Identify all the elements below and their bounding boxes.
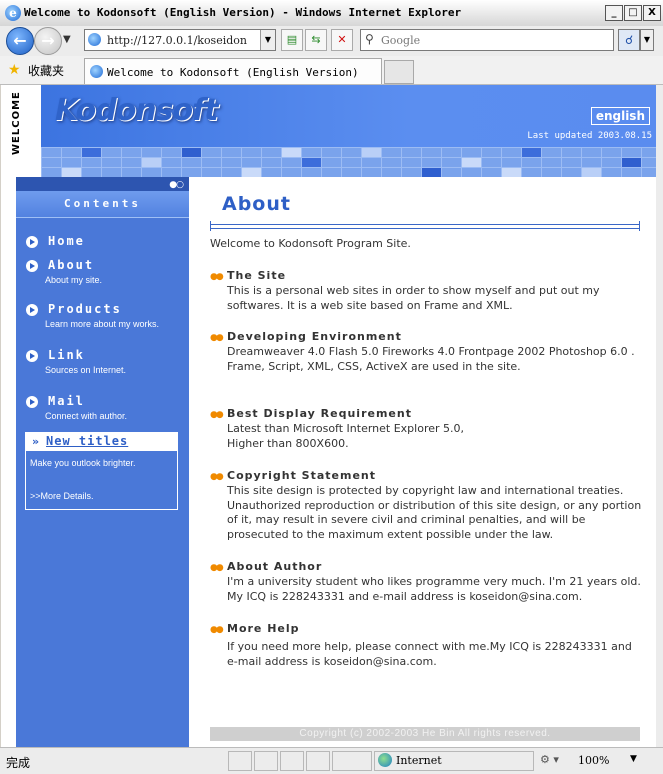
status-bar: 完成 Internet ⚙ ▾ 100% ▼ (0, 747, 663, 774)
sidebar-item-description: Sources on Internet. (45, 365, 127, 375)
section-title: Developing Environment (227, 330, 402, 343)
ie-logo-icon: e (5, 5, 21, 21)
section-title: The Site (227, 269, 287, 282)
web-page: WELCOME Kodonsoft english Last updated 2… (1, 85, 656, 747)
status-pane (332, 751, 372, 771)
sidebar-item-description: Connect with author. (45, 411, 128, 421)
zoom-level[interactable]: 100% (578, 754, 609, 767)
status-text: 完成 (6, 756, 31, 770)
search-box[interactable]: ⚲ Google (360, 29, 614, 51)
copyright-footer: Copyright (c) 2002-2003 He Bin All right… (210, 727, 640, 741)
stop-icon[interactable]: ✕ (331, 29, 353, 51)
favorites-star-icon[interactable]: ★ (8, 62, 21, 78)
maximize-button[interactable]: □ (624, 5, 642, 21)
title-bar: e Welcome to Kodonsoft (English Version)… (0, 0, 663, 27)
close-button[interactable]: X (643, 5, 661, 21)
sidebar-item-label[interactable]: Link (48, 348, 85, 362)
main-content: About Welcome to Kodonsoft Program Site.… (189, 177, 656, 747)
arrow-bullet-icon (26, 260, 38, 272)
vertical-scrollbar[interactable] (656, 85, 663, 747)
forward-button[interactable]: → (34, 27, 62, 55)
english-language-button[interactable]: english (590, 107, 650, 125)
new-titles-link[interactable]: New titles (46, 434, 128, 448)
recent-pages-dropdown-icon[interactable]: ▼ (63, 34, 71, 45)
contents-title: Contents (64, 197, 141, 210)
section-body: I'm a university student who likes progr… (227, 575, 641, 603)
sidebar-item-description: About my site. (45, 275, 103, 285)
more-details-link[interactable]: >>More Details. (30, 491, 94, 501)
section-title: Copyright Statement (227, 469, 376, 482)
tab-current[interactable]: Welcome to Kodonsoft (English Version) (84, 58, 382, 84)
security-zone-label: Internet (396, 754, 442, 767)
favorites-bar: ★ 收藏夹 Welcome to Kodonsoft (English Vers… (0, 56, 663, 85)
arrow-bullet-icon (26, 396, 38, 408)
orange-bullet-icon: ●● (210, 272, 224, 282)
orange-bullet-icon: ●● (210, 563, 224, 573)
sidebar-item-label[interactable]: Home (48, 234, 85, 248)
tab-page-icon (90, 65, 103, 78)
search-engine-icon: ⚲ (365, 32, 374, 46)
status-pane (306, 751, 330, 771)
intro-text: Welcome to Kodonsoft Program Site. (210, 237, 411, 250)
compatibility-view-icon[interactable]: ▤ (281, 29, 303, 51)
search-input[interactable]: Google (381, 34, 420, 47)
favorites-button[interactable]: 收藏夹 (28, 62, 64, 79)
sidebar-item-label[interactable]: Mail (48, 394, 85, 408)
address-input[interactable]: http://127.0.0.1/koseidon (107, 34, 257, 47)
search-button[interactable]: ☌ (618, 29, 640, 51)
orange-bullet-icon: ●● (210, 410, 224, 420)
sidebar: ●○ Contents Home About About my site. Pr… (16, 177, 189, 747)
address-bar[interactable]: http://127.0.0.1/koseidon ▼ (84, 29, 276, 51)
zoom-dropdown-icon[interactable]: ▼ (630, 754, 637, 764)
contents-header: Contents (16, 191, 189, 218)
double-chevron-icon: » (32, 435, 40, 448)
section-body: This is a personal web sites in order to… (227, 284, 600, 312)
new-tab-button[interactable] (384, 60, 414, 84)
sidebar-item-label[interactable]: Products (48, 302, 122, 316)
sidebar-item-label[interactable]: About (48, 258, 94, 272)
site-banner: Kodonsoft english Last updated 2003.08.1… (41, 85, 656, 147)
window-title: Welcome to Kodonsoft (English Version) -… (24, 6, 462, 19)
minimize-button[interactable]: _ (605, 5, 623, 21)
welcome-strip: WELCOME (1, 85, 41, 177)
arrow-bullet-icon (26, 236, 38, 248)
site-logo: Kodonsoft (55, 93, 219, 128)
address-dropdown-icon[interactable]: ▼ (260, 30, 275, 50)
welcome-label: WELCOME (11, 91, 22, 155)
section-body: Dreamweaver 4.0 Flash 5.0 Fireworks 4.0 … (227, 345, 635, 373)
orange-bullet-icon: ●● (210, 472, 224, 482)
internet-globe-icon (378, 753, 392, 767)
section-body: If you need more help, please connect wi… (227, 640, 632, 668)
back-button[interactable]: ← (6, 27, 34, 55)
last-updated-text: Last updated 2003.08.15 (527, 131, 652, 141)
page-title: About (222, 193, 291, 215)
new-titles-header: » New titles (26, 433, 177, 451)
tab-title: Welcome to Kodonsoft (English Version) (107, 66, 359, 79)
sidebar-cap: ●○ (16, 177, 189, 191)
section-body: This site design is protected by copyrig… (227, 484, 642, 541)
section-title: Best Display Requirement (227, 407, 412, 420)
sidebar-dots-icon: ●○ (169, 180, 184, 190)
status-pane (254, 751, 278, 771)
protected-mode-icon[interactable]: ⚙ ▾ (540, 753, 559, 766)
refresh-icon[interactable]: ⇆ (305, 29, 327, 51)
decorative-tile-strip (41, 147, 656, 177)
arrow-bullet-icon (26, 350, 38, 362)
status-pane (228, 751, 252, 771)
status-pane (280, 751, 304, 771)
page-icon (88, 33, 101, 46)
section-title: About Author (227, 560, 323, 573)
section-body: Latest than Microsoft Internet Explorer … (227, 422, 464, 450)
search-options-dropdown-icon[interactable]: ▼ (640, 29, 654, 51)
new-titles-box: » New titles Make you outlook brighter. … (25, 432, 178, 510)
orange-bullet-icon: ●● (210, 625, 224, 635)
orange-bullet-icon: ●● (210, 333, 224, 343)
title-divider (210, 221, 640, 231)
new-titles-text: Make you outlook brighter. (30, 458, 136, 468)
navigation-bar: ← → ▼ http://127.0.0.1/koseidon ▼ ▤ ⇆ ✕ … (0, 26, 663, 56)
section-title: More Help (227, 622, 300, 635)
arrow-bullet-icon (26, 304, 38, 316)
sidebar-item-description: Learn more about my works. (45, 319, 160, 329)
